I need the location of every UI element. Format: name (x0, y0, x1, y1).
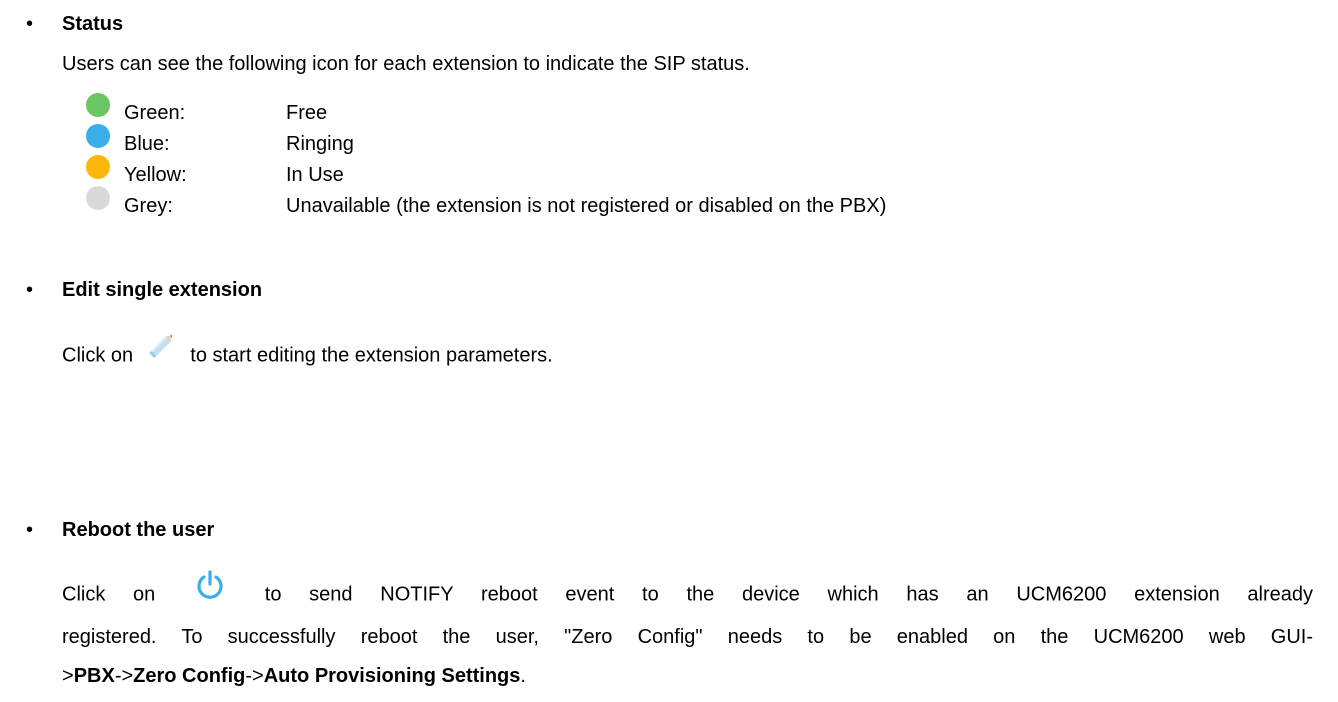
status-color-label: Green: (124, 102, 186, 124)
path-auto-provisioning: Auto Provisioning Settings (263, 665, 521, 687)
path-pbx: PBX (73, 665, 115, 687)
edit-text-after: to start editing the extension parameter… (190, 344, 553, 367)
status-row-blue: Blue: Ringing (62, 124, 1262, 156)
status-row-yellow: Yellow: In Use (62, 155, 1262, 187)
pencil-icon (148, 335, 172, 359)
section-heading-edit: Edit single extension (62, 279, 263, 301)
path-prefix: > (62, 665, 74, 687)
status-color-label: Grey: (124, 195, 173, 217)
blue-dot-icon (86, 124, 110, 148)
path-separator: -> (245, 665, 264, 687)
reboot-text-after: to send NOTIFY reboot event to the devic… (264, 583, 1314, 606)
path-zero-config: Zero Config (133, 665, 246, 687)
status-row-grey: Grey: Unavailable (the extension is not … (62, 186, 1262, 218)
bullet: • (26, 13, 34, 35)
section-heading-reboot: Reboot the user (62, 519, 215, 541)
status-intro: Users can see the following icon for eac… (62, 53, 750, 75)
yellow-dot-icon (86, 155, 110, 179)
path-separator: -> (114, 665, 134, 687)
status-meaning: Free (286, 102, 328, 124)
status-meaning: Unavailable (the extension is not regist… (286, 195, 887, 217)
status-color-label: Yellow: (124, 164, 187, 186)
edit-text-before: Click on (62, 344, 134, 367)
status-meaning: Ringing (286, 133, 354, 155)
reboot-line-1: Click on to send NOTIFY reboot event to … (62, 570, 1314, 612)
reboot-line-3: >PBX->Zero Config->Auto Provisioning Set… (62, 664, 526, 688)
path-end: . (520, 665, 526, 687)
green-dot-icon (86, 93, 110, 117)
reboot-text-line2: registered. To successfully reboot the u… (62, 626, 1313, 648)
power-icon (197, 570, 223, 599)
edit-instruction: Click on to start editing the extension … (62, 335, 553, 373)
bullet: • (26, 279, 34, 301)
status-meaning: In Use (286, 164, 344, 186)
status-row-green: Green: Free (62, 93, 1262, 125)
grey-dot-icon (86, 186, 110, 210)
reboot-line-2: registered. To successfully reboot the u… (62, 625, 1313, 649)
bullet: • (26, 519, 34, 541)
section-heading-status: Status (62, 13, 124, 35)
status-color-label: Blue: (124, 133, 170, 155)
reboot-text-before: Click on (62, 583, 156, 606)
